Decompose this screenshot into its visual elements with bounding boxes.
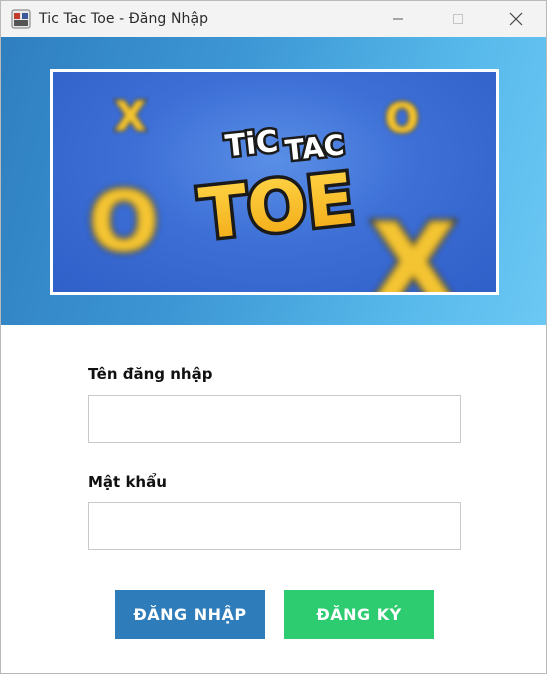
x-mark-large: X	[368, 197, 459, 292]
header-banner: X O O X TiC TAC TOE	[1, 37, 546, 325]
window-title: Tic Tac Toe - Đăng Nhập	[39, 11, 209, 27]
password-input[interactable]	[88, 502, 461, 550]
o-mark-small: O	[384, 95, 421, 144]
maximize-button[interactable]	[435, 1, 481, 37]
o-mark-large: O	[87, 173, 162, 273]
close-icon	[509, 12, 523, 26]
app-icon	[11, 9, 31, 29]
tic-tac-toe-logo: TiC TAC TOE	[192, 121, 362, 259]
game-logo-image: X O O X TiC TAC TOE	[87, 93, 459, 293]
svg-text:O: O	[385, 96, 419, 142]
login-button[interactable]: ĐĂNG NHẬP	[115, 590, 265, 639]
maximize-icon	[453, 14, 463, 24]
register-button[interactable]: ĐĂNG KÝ	[284, 590, 434, 639]
svg-text:X: X	[115, 94, 146, 140]
login-window: Tic Tac Toe - Đăng Nhập X O O X TiC TAC …	[0, 0, 547, 674]
svg-text:O: O	[89, 175, 159, 270]
svg-text:X: X	[371, 200, 456, 292]
password-label: Mật khẩu	[88, 473, 167, 491]
x-mark-small: X	[114, 93, 148, 142]
logo-frame: X O O X TiC TAC TOE	[50, 69, 499, 295]
svg-text:TOE: TOE	[196, 158, 359, 256]
minimize-button[interactable]	[375, 1, 421, 37]
close-button[interactable]	[493, 1, 539, 37]
svg-text:TiC: TiC	[224, 124, 280, 164]
username-label: Tên đăng nhập	[88, 365, 213, 383]
username-input[interactable]	[88, 395, 461, 443]
minimize-icon	[393, 18, 403, 20]
title-bar[interactable]: Tic Tac Toe - Đăng Nhập	[1, 1, 546, 37]
